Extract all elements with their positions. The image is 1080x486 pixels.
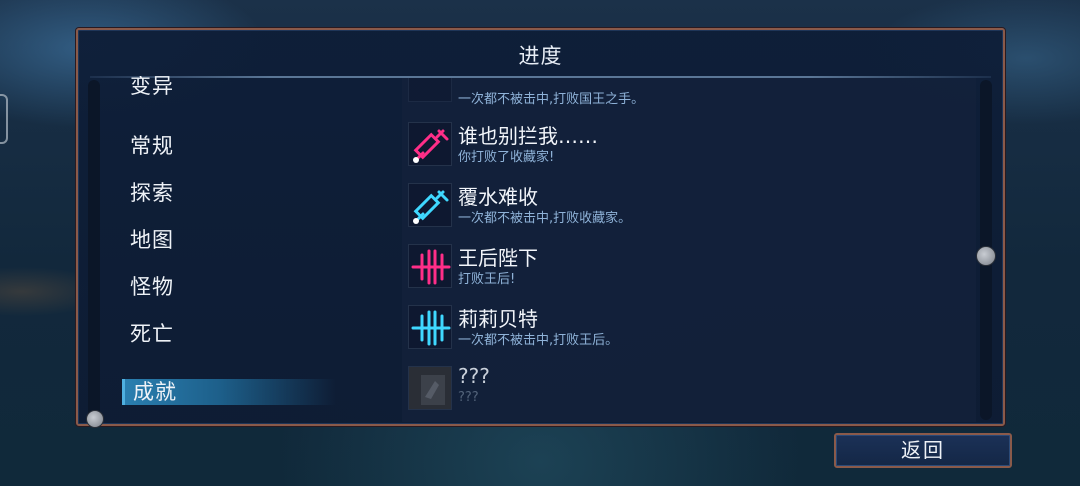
category-map[interactable]: 地图 xyxy=(130,224,174,254)
achievement-name: 王后陛下 xyxy=(458,246,538,270)
category-scroll-knob[interactable] xyxy=(86,410,104,428)
blades-icon xyxy=(408,244,452,288)
achievement-item[interactable]: 王后陛下 打败王后! xyxy=(408,242,968,298)
category-monsters[interactable]: 怪物 xyxy=(130,271,174,301)
achievement-name: 谁也别拦我…… xyxy=(458,124,598,148)
achievement-item[interactable]: ??? ??? xyxy=(408,364,968,420)
edge-decoration xyxy=(0,94,8,144)
syringe-icon xyxy=(408,183,452,227)
category-achievements[interactable]: 成就 xyxy=(122,379,336,405)
category-mutations[interactable]: 变异 xyxy=(130,76,174,100)
category-deaths[interactable]: 死亡 xyxy=(130,318,174,348)
achievement-name: ??? xyxy=(458,364,490,388)
category-general[interactable]: 常规 xyxy=(130,130,174,160)
achievement-name: 覆水难收 xyxy=(458,185,538,209)
achievement-item[interactable]: 一次都不被击中,打败国王之手。 xyxy=(408,78,968,122)
achievement-item[interactable]: 莉莉贝特 一次都不被击中,打败王后。 xyxy=(408,303,968,359)
category-scrollbar[interactable] xyxy=(88,80,100,420)
achievement-item[interactable]: 谁也别拦我…… 你打败了收藏家! xyxy=(408,120,968,176)
achievement-item[interactable]: 覆水难收 一次都不被击中,打败收藏家。 xyxy=(408,181,968,237)
back-button[interactable]: 返回 xyxy=(834,433,1012,468)
partial-icon xyxy=(408,78,452,102)
achievement-desc: 一次都不被击中,打败国王之手。 xyxy=(458,92,645,107)
syringe-icon xyxy=(408,122,452,166)
achievement-list: 一次都不被击中,打败国王之手。 谁也别拦我…… 你打败了收藏家! 覆水难收 一次… xyxy=(402,78,976,422)
achievement-desc: 一次都不被击中,打败王后。 xyxy=(458,333,619,348)
category-list: 变异 常规 探索 地图 怪物 死亡 成就 xyxy=(122,76,342,422)
progress-panel: 进度 变异 常规 探索 地图 怪物 死亡 成就 一次都不被击中,打败国王之手。 xyxy=(76,28,1005,428)
achievement-desc: ??? xyxy=(458,390,479,405)
locked-icon xyxy=(408,366,452,410)
achievement-name: 莉莉贝特 xyxy=(458,307,538,331)
achievement-desc: 一次都不被击中,打败收藏家。 xyxy=(458,211,632,226)
panel-title: 进度 xyxy=(518,44,563,68)
category-exploration[interactable]: 探索 xyxy=(130,177,174,207)
blades-icon xyxy=(408,305,452,349)
achievement-desc: 打败王后! xyxy=(458,272,516,287)
achievement-scroll-knob[interactable] xyxy=(976,246,996,266)
achievement-desc: 你打败了收藏家! xyxy=(458,150,555,165)
